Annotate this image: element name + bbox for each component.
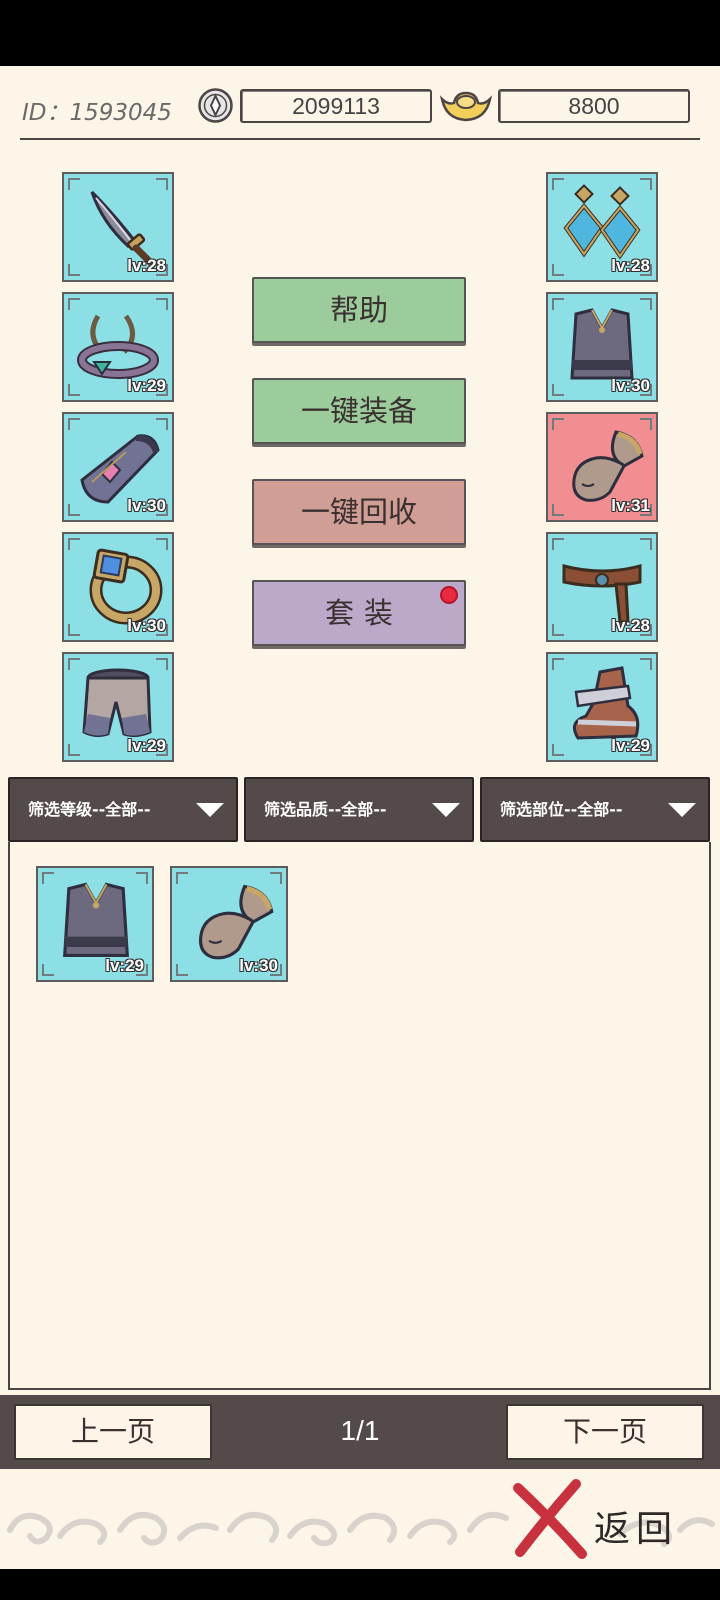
filter-quality-label: 筛选品质--全部--	[264, 800, 387, 819]
item-level: lv:28	[611, 616, 650, 635]
equip-slot-chest[interactable]: lv:30	[546, 292, 658, 402]
set-button-label: 套装	[324, 596, 403, 630]
equip-slot-head[interactable]: lv:29	[62, 292, 174, 402]
equip-slot-ring[interactable]: lv:30	[62, 532, 174, 642]
equip-slot-belt[interactable]: lv:28	[546, 532, 658, 642]
inventory-item[interactable]: lv:30	[170, 866, 288, 982]
filter-level-label: 筛选等级--全部--	[28, 800, 151, 819]
inventory-panel: lv:29 lv:30	[8, 842, 711, 1390]
item-level: lv:29	[127, 736, 166, 755]
gold-amount: 8800	[498, 89, 690, 123]
equip-slot-bracer[interactable]: lv:30	[62, 412, 174, 522]
item-level: lv:29	[105, 956, 144, 975]
header-divider	[20, 138, 700, 140]
notification-dot	[440, 586, 458, 604]
item-level: lv:28	[611, 256, 650, 275]
system-nav-bar	[0, 1569, 720, 1600]
equip-slot-boots[interactable]: lv:29	[546, 652, 658, 762]
equip-slot-gloves[interactable]: lv:31	[546, 412, 658, 522]
set-button[interactable]: 套装	[252, 580, 466, 646]
chevron-down-icon	[668, 803, 696, 817]
back-button[interactable]: 返回	[594, 1500, 678, 1552]
item-level: lv:30	[239, 956, 278, 975]
equip-slot-legs[interactable]: lv:29	[62, 652, 174, 762]
gold-ingot-icon	[440, 91, 492, 122]
filter-slot-dropdown[interactable]: 筛选部位--全部--	[480, 777, 710, 842]
item-level: lv:29	[127, 376, 166, 395]
equip-slot-weapon[interactable]: lv:28	[62, 172, 174, 282]
item-level: lv:29	[611, 736, 650, 755]
pager-bar: 上一页 1/1 下一页	[0, 1395, 720, 1469]
chevron-down-icon	[196, 803, 224, 817]
filter-quality-dropdown[interactable]: 筛选品质--全部--	[244, 777, 474, 842]
glove-icon	[198, 884, 274, 960]
item-level: lv:30	[127, 616, 166, 635]
silver-amount: 2099113	[240, 89, 432, 123]
recycle-all-button[interactable]: 一键回收	[252, 479, 466, 545]
item-level: lv:30	[611, 376, 650, 395]
equip-slot-earrings[interactable]: lv:28	[546, 172, 658, 282]
help-button[interactable]: 帮助	[252, 277, 466, 343]
filter-level-dropdown[interactable]: 筛选等级--全部--	[8, 777, 238, 842]
filter-slot-label: 筛选部位--全部--	[500, 800, 623, 819]
item-level: lv:30	[127, 496, 166, 515]
inventory-item[interactable]: lv:29	[36, 866, 154, 982]
next-page-button[interactable]: 下一页	[506, 1404, 704, 1460]
vest-icon	[63, 882, 129, 957]
item-level: lv:28	[127, 256, 166, 275]
close-icon[interactable]	[510, 1478, 590, 1560]
player-id: ID：1593045	[22, 100, 172, 126]
chevron-down-icon	[432, 803, 460, 817]
silver-coin-icon	[198, 88, 233, 123]
item-level: lv:31	[611, 496, 650, 515]
equip-all-button[interactable]: 一键装备	[252, 378, 466, 444]
